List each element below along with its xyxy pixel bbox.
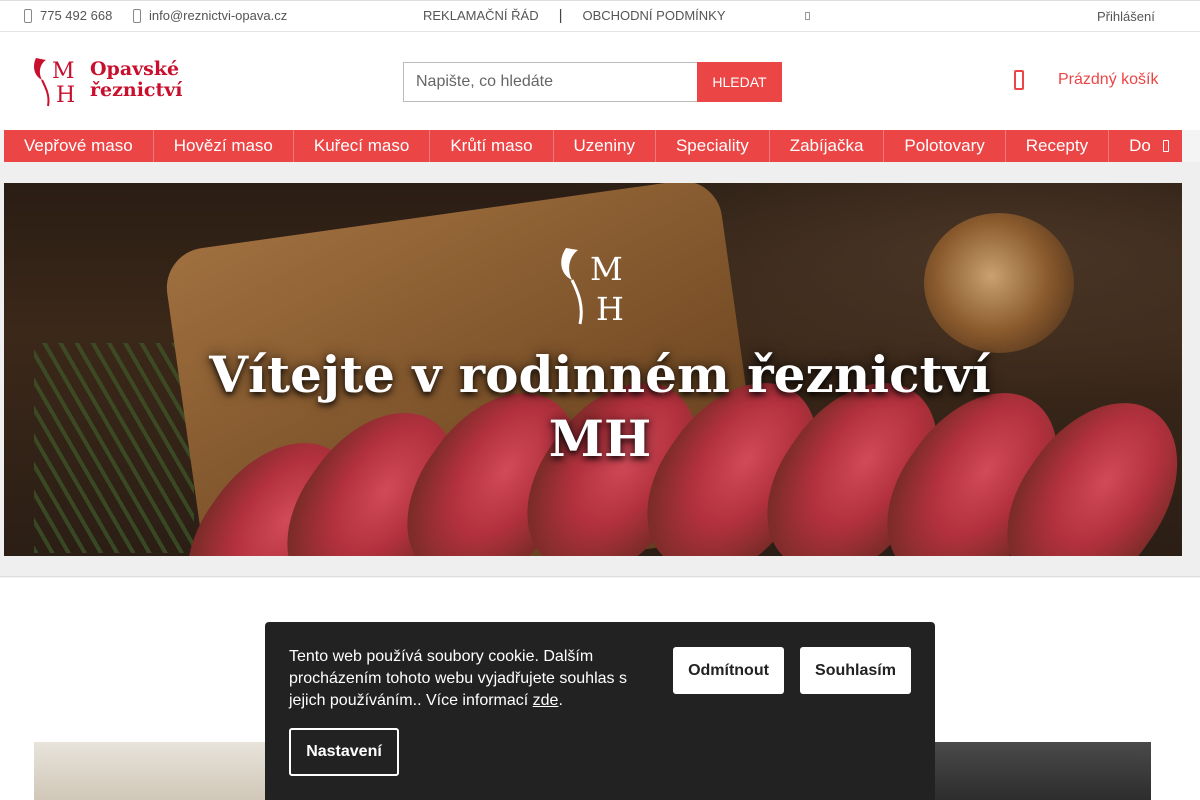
nav-scroll-button[interactable]: [1150, 130, 1182, 162]
top-bar: 775 492 668 info@reznictvi-opava.cz REKL…: [0, 0, 1200, 32]
email-contact[interactable]: info@reznictvi-opava.cz: [133, 8, 287, 23]
header: M H Opavské řeznictví HLEDAT Prázdný koš…: [0, 32, 1200, 130]
svg-text:M: M: [590, 250, 623, 288]
link-separator: |: [558, 7, 563, 24]
banner-title-line2: MH: [548, 409, 652, 468]
category-card-image[interactable]: [34, 742, 274, 800]
logo-mark-icon: M H: [34, 58, 75, 108]
email-address[interactable]: info@reznictvi-opava.cz: [149, 8, 287, 23]
link-complaints[interactable]: REKLAMAČNÍ ŘÁD: [423, 8, 539, 23]
nav-item-turkey[interactable]: Krůtí maso: [430, 130, 554, 162]
category-card-image[interactable]: [930, 742, 1151, 800]
banner-title: Vítejte v rodinném řeznictví MH: [4, 343, 1182, 471]
nav-item-pork[interactable]: Vepřové maso: [4, 130, 154, 162]
nav-item-beef[interactable]: Hovězí maso: [154, 130, 294, 162]
phone-icon: [24, 8, 32, 23]
cookie-more-info-link[interactable]: zde: [533, 692, 559, 709]
search-input[interactable]: [403, 62, 697, 102]
main-nav: Vepřové maso Hovězí maso Kuřecí maso Krů…: [4, 130, 1182, 162]
logo-line1: Opavské: [90, 58, 180, 80]
reject-cookies-button[interactable]: Odmítnout: [673, 647, 784, 694]
search-button[interactable]: HLEDAT: [697, 62, 782, 102]
more-icon[interactable]: [805, 12, 810, 20]
cookie-text: Tento web používá soubory cookie. Dalším…: [289, 646, 639, 712]
cookie-consent-bar: Tento web používá soubory cookie. Dalším…: [265, 622, 935, 800]
cookie-text-end: .: [558, 692, 563, 709]
cookie-settings-button[interactable]: Nastavení: [289, 728, 399, 776]
search-form: HLEDAT: [403, 62, 782, 102]
banner-section: M H Vítejte v rodinném řeznictví MH: [0, 162, 1200, 577]
svg-text:H: H: [56, 83, 75, 108]
nav-item-specialties[interactable]: Speciality: [656, 130, 770, 162]
nav-item-slaughter[interactable]: Zabíjačka: [770, 130, 885, 162]
logo-text: Opavské řeznictví: [90, 59, 183, 101]
banner-title-line1: Vítejte v rodinném řeznictví: [209, 345, 991, 404]
nav-item-semi-finished[interactable]: Polotovary: [884, 130, 1006, 162]
link-terms[interactable]: OBCHODNÍ PODMÍNKY: [582, 8, 725, 23]
phone-number[interactable]: 775 492 668: [40, 8, 112, 23]
cookie-message: Tento web používá soubory cookie. Dalším…: [289, 648, 627, 709]
nav-item-sausages[interactable]: Uzeniny: [554, 130, 656, 162]
login-link[interactable]: Přihlášení: [1097, 9, 1155, 24]
cart-icon[interactable]: [1014, 70, 1024, 90]
svg-text:H: H: [596, 290, 624, 326]
cart[interactable]: Prázdný košík: [1014, 70, 1158, 90]
top-links: REKLAMAČNÍ ŘÁD | OBCHODNÍ PODMÍNKY: [423, 8, 726, 23]
logo-line2: řeznictví: [90, 79, 183, 101]
phone-contact[interactable]: 775 492 668: [24, 8, 112, 23]
chevron-right-icon: [1163, 140, 1169, 152]
site-logo[interactable]: M H Opavské řeznictví: [28, 52, 188, 108]
svg-text:M: M: [52, 59, 75, 84]
nav-item-chicken[interactable]: Kuřecí maso: [294, 130, 431, 162]
mail-icon: [133, 8, 141, 23]
accept-cookies-button[interactable]: Souhlasím: [800, 647, 911, 694]
garlic-image: [924, 213, 1074, 353]
cart-label[interactable]: Prázdný košík: [1058, 71, 1158, 89]
banner-logo-icon: M H: [561, 248, 624, 326]
hero-banner[interactable]: M H Vítejte v rodinném řeznictví MH: [4, 183, 1182, 556]
nav-item-recipes[interactable]: Recepty: [1006, 130, 1110, 162]
